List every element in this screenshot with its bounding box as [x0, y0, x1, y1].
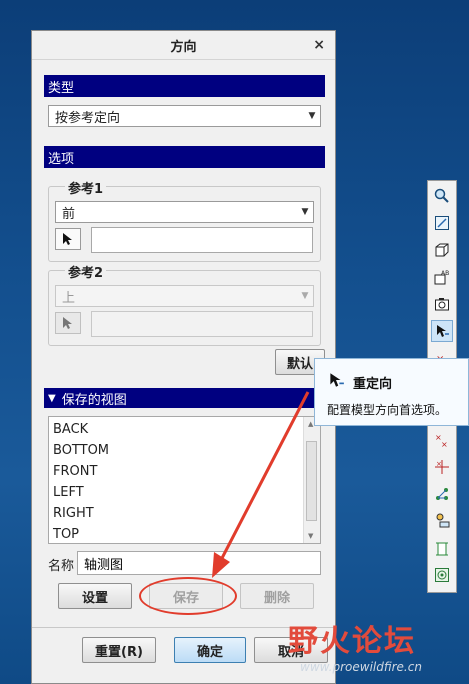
annotation-arrow — [212, 391, 310, 578]
save-highlight-circle — [139, 577, 237, 615]
watermark-site: www.proewildfire.cn — [300, 660, 422, 674]
watermark-brand: 野火论坛 — [288, 624, 416, 659]
